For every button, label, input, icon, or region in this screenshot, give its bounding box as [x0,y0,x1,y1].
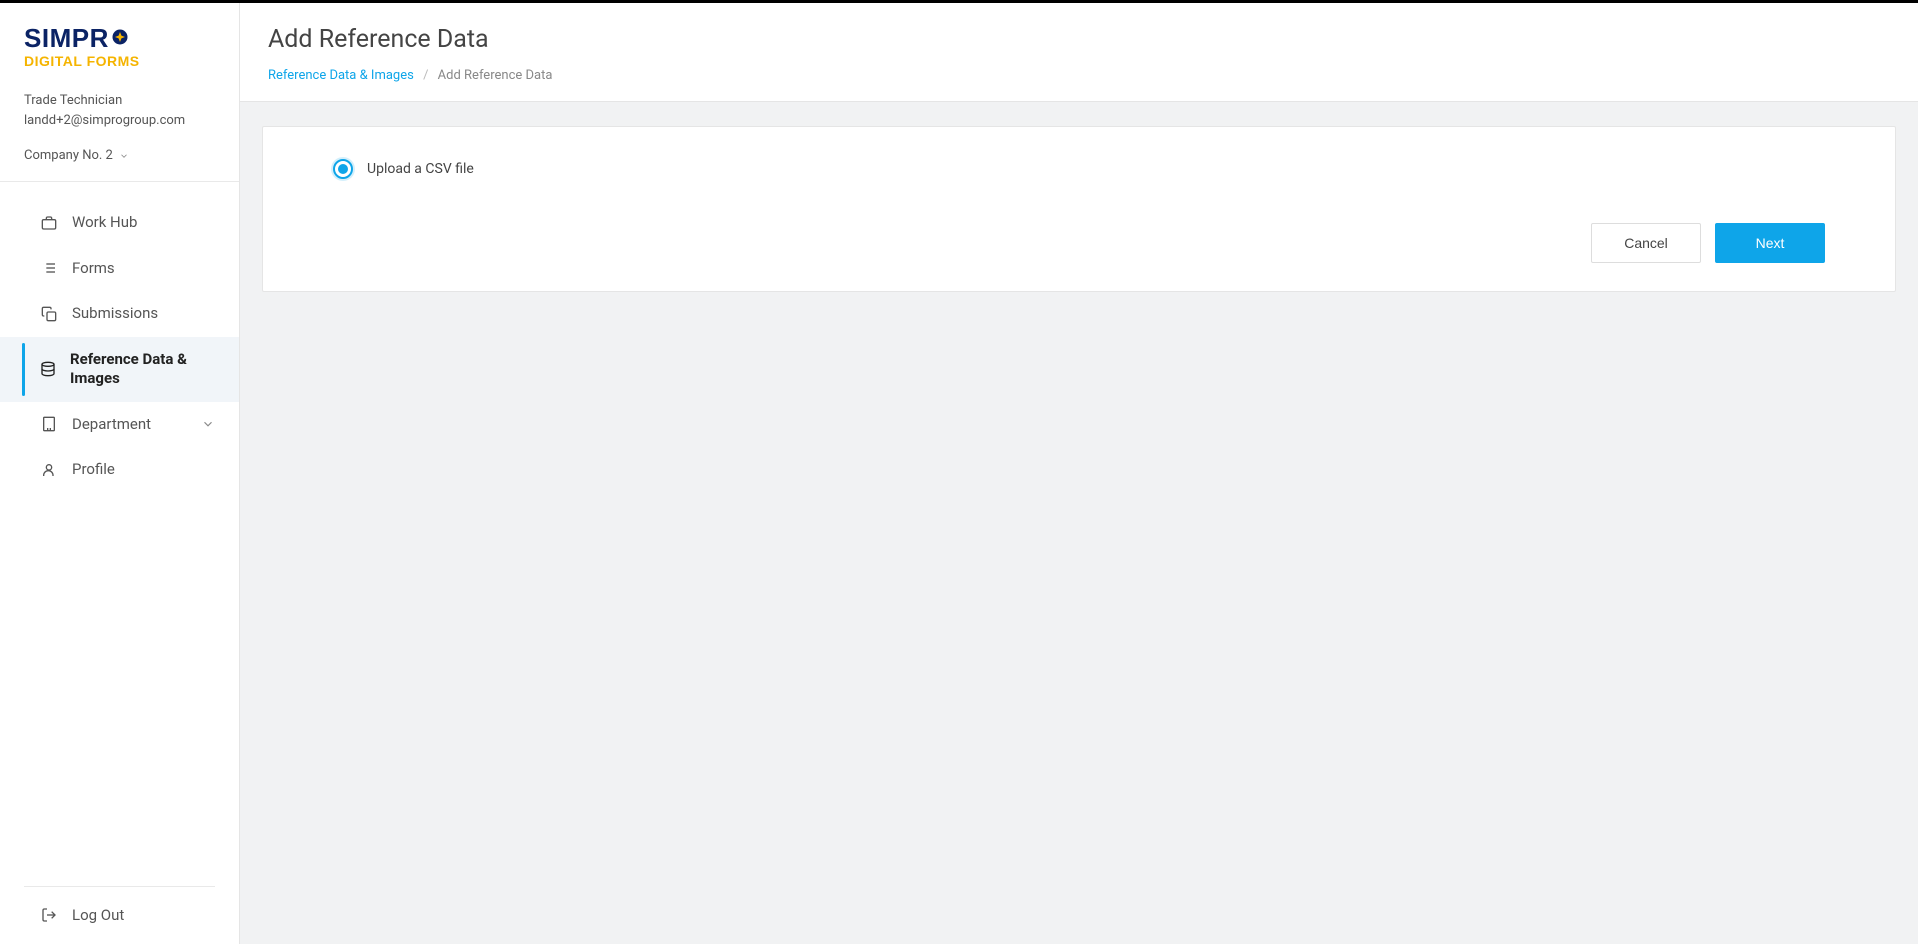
gear-icon [110,27,130,47]
logo-block: SIMPR DIGITAL FORMS [0,3,239,85]
logo-sub: DIGITAL FORMS [24,53,215,69]
user-email: landd+2@simprogroup.com [24,111,215,131]
sidebar-item-label: Forms [72,259,115,279]
sidebar-item-label: Profile [72,460,115,480]
sidebar-footer: Log Out [24,886,215,945]
sidebar-nav: Work Hub Forms Submissions Reference Dat… [0,182,239,886]
sidebar-item-department[interactable]: Department [0,402,239,448]
radio-icon [333,159,353,179]
radio-option-upload-csv[interactable]: Upload a CSV file [333,159,1825,179]
user-block: Trade Technician landd+2@simprogroup.com [0,85,239,148]
user-role: Trade Technician [24,91,215,111]
sidebar-item-label: Department [72,415,151,435]
panel-add-reference-data: Upload a CSV file Cancel Next [262,126,1896,292]
sidebar-item-profile[interactable]: Profile [0,447,239,493]
sidebar-item-reference-data[interactable]: Reference Data & Images [0,337,239,402]
list-icon [40,259,58,277]
database-icon [40,360,56,378]
logout-icon [40,906,58,924]
radio-dot-icon [338,164,348,174]
chevron-down-icon [119,151,129,161]
main: Add Reference Data Reference Data & Imag… [240,3,1918,944]
sidebar-item-work-hub[interactable]: Work Hub [0,200,239,246]
sidebar: SIMPR DIGITAL FORMS Trade Technician lan… [0,3,240,944]
company-label: Company No. 2 [24,148,113,163]
cancel-button[interactable]: Cancel [1591,223,1701,263]
page-title: Add Reference Data [268,25,1890,54]
sidebar-item-label: Reference Data & Images [70,350,215,389]
sidebar-item-forms[interactable]: Forms [0,246,239,292]
panel-actions: Cancel Next [333,223,1825,263]
sidebar-item-submissions[interactable]: Submissions [0,291,239,337]
logo-text-pre: SIMPR [24,25,109,51]
app-root: SIMPR DIGITAL FORMS Trade Technician lan… [0,3,1918,944]
briefcase-icon [40,214,58,232]
breadcrumb-parent[interactable]: Reference Data & Images [268,68,414,83]
breadcrumb-separator: / [423,68,428,83]
sidebar-item-label: Submissions [72,304,158,324]
chevron-down-icon [201,417,215,431]
user-icon [40,461,58,479]
sidebar-item-label: Work Hub [72,213,137,233]
next-button[interactable]: Next [1715,223,1825,263]
main-body: Upload a CSV file Cancel Next [240,102,1918,944]
copy-icon [40,305,58,323]
main-header: Add Reference Data Reference Data & Imag… [240,3,1918,102]
breadcrumb: Reference Data & Images / Add Reference … [268,68,1890,83]
sidebar-item-logout[interactable]: Log Out [24,893,215,939]
company-selector[interactable]: Company No. 2 [0,148,239,181]
logo-main: SIMPR [24,25,215,51]
sidebar-item-label: Log Out [72,906,124,926]
building-icon [40,415,58,433]
breadcrumb-current: Add Reference Data [438,68,553,83]
radio-label: Upload a CSV file [367,161,474,177]
